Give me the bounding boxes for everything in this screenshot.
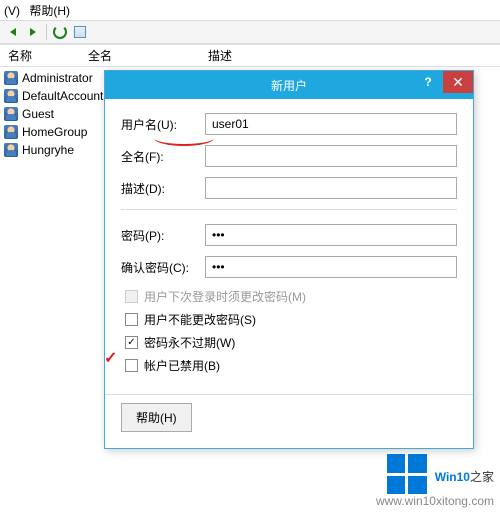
never-expire-checkbox[interactable] <box>125 336 138 349</box>
cannot-change-row[interactable]: 用户不能更改密码(S) <box>125 311 457 328</box>
user-name: HomeGroup <box>22 125 87 139</box>
confirm-label: 确认密码(C): <box>121 259 205 276</box>
desc-field[interactable] <box>205 177 457 199</box>
must-change-checkbox <box>125 290 138 303</box>
desc-label: 描述(D): <box>121 180 205 197</box>
password-field[interactable] <box>205 224 457 246</box>
menubar: (V) 帮助(H) <box>0 0 500 20</box>
forward-icon[interactable] <box>24 23 42 41</box>
dialog-body: 用户名(U): 全名(F): 描述(D): 密码(P): 确认密码(C): 用户… <box>105 99 473 394</box>
details-icon[interactable] <box>71 23 89 41</box>
fullname-field[interactable] <box>205 145 457 167</box>
watermark-url: www.win10xitong.com <box>376 494 494 508</box>
col-name[interactable]: 名称 <box>0 44 80 67</box>
cannot-change-label: 用户不能更改密码(S) <box>144 311 256 328</box>
account-disabled-label: 帐户已禁用(B) <box>144 357 220 374</box>
divider <box>121 209 457 210</box>
refresh-icon[interactable] <box>51 23 69 41</box>
watermark-brand: Win10之家 <box>435 460 494 488</box>
dialog-help-button[interactable]: ? <box>413 71 443 93</box>
toolbar <box>0 20 500 44</box>
never-expire-row[interactable]: 密码永不过期(W) <box>125 334 457 351</box>
back-icon[interactable] <box>4 23 22 41</box>
close-icon[interactable]: ✕ <box>443 71 473 93</box>
dialog-title: 新用户 <box>271 77 307 94</box>
separator <box>46 24 47 40</box>
password-label: 密码(P): <box>121 227 205 244</box>
username-field[interactable] <box>205 113 457 135</box>
user-name: Hungryhe <box>22 143 74 157</box>
user-icon <box>4 89 18 103</box>
fullname-label: 全名(F): <box>121 148 205 165</box>
username-label: 用户名(U): <box>121 116 205 133</box>
watermark: Win10之家 www.win10xitong.com <box>376 454 494 508</box>
cannot-change-checkbox[interactable] <box>125 313 138 326</box>
user-icon <box>4 71 18 85</box>
user-name: Administrator <box>22 71 93 85</box>
must-change-row: 用户下次登录时须更改密码(M) <box>125 288 457 305</box>
disabled-row[interactable]: 帐户已禁用(B) <box>125 357 457 374</box>
account-disabled-checkbox[interactable] <box>125 359 138 372</box>
never-expire-label: 密码永不过期(W) <box>144 334 235 351</box>
dialog-buttons: ? ✕ <box>413 71 473 93</box>
user-name: Guest <box>22 107 54 121</box>
new-user-dialog: 新用户 ? ✕ 用户名(U): 全名(F): 描述(D): 密码(P): 确认密… <box>104 70 474 449</box>
help-button[interactable]: 帮助(H) <box>121 403 192 432</box>
col-desc[interactable]: 描述 <box>200 44 240 67</box>
menu-view[interactable]: (V) <box>4 4 20 18</box>
column-headers: 名称 全名 描述 <box>0 45 500 67</box>
windows-logo-icon <box>387 454 427 494</box>
user-icon <box>4 125 18 139</box>
must-change-label: 用户下次登录时须更改密码(M) <box>144 288 306 305</box>
col-fullname[interactable]: 全名 <box>80 44 200 67</box>
dialog-titlebar[interactable]: 新用户 ? ✕ <box>105 71 473 99</box>
user-icon <box>4 107 18 121</box>
user-name: DefaultAccount <box>22 89 103 103</box>
menu-help[interactable]: 帮助(H) <box>29 4 70 18</box>
dialog-footer: 帮助(H) <box>105 395 473 448</box>
confirm-password-field[interactable] <box>205 256 457 278</box>
user-icon <box>4 143 18 157</box>
